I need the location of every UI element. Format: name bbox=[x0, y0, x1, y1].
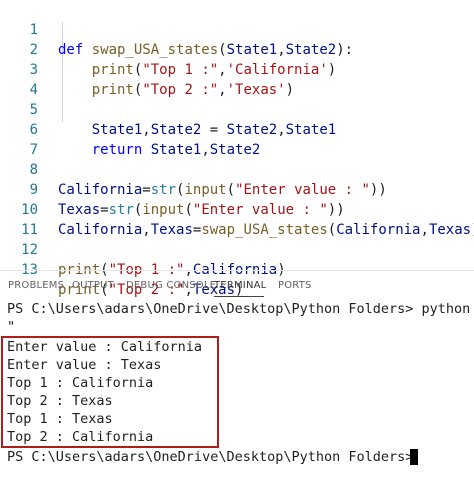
code-line-5[interactable]: 5 State1,State2 = State2,State1 bbox=[0, 80, 337, 138]
code-line-11[interactable]: 11 bbox=[0, 200, 38, 238]
code-line-8[interactable]: 8 California=str(input("Enter value : ")… bbox=[0, 140, 387, 198]
code-line-7[interactable]: 7 bbox=[0, 120, 38, 158]
code-line-4[interactable]: 4 bbox=[0, 60, 38, 98]
code-text: def swap_USA_states(State1,State2): bbox=[58, 42, 354, 58]
terminal-final-prompt: PS C:\Users\adars\OneDrive\Desktop\Pytho… bbox=[7, 449, 414, 465]
terminal-cursor bbox=[410, 449, 418, 465]
tab-terminal[interactable]: TERMINAL bbox=[214, 280, 266, 291]
code-line-13[interactable]: 13 print("Top 2 :",Texas) bbox=[0, 240, 243, 298]
code-text: State1,State2 = State2,State1 bbox=[91, 122, 337, 138]
code-line-9[interactable]: 9 Texas=str(input("Enter value : ")) bbox=[0, 160, 345, 218]
tab-ports[interactable]: PORTS bbox=[278, 280, 312, 291]
code-text: print("Top 1 :",'California') bbox=[91, 62, 337, 78]
terminal-continuation: " bbox=[7, 319, 16, 335]
code-text: Texas=str(input("Enter value : ")) bbox=[58, 202, 345, 218]
code-text: return State1,State2 bbox=[91, 142, 261, 158]
tab-debug-console[interactable]: DEBUG CONSOLE bbox=[126, 280, 216, 291]
code-text: California,Texas=swap_USA_states(Califor… bbox=[58, 222, 474, 238]
code-line-1[interactable]: 1 def swap_USA_states(State1,State2): bbox=[0, 0, 354, 58]
output-highlight-box bbox=[1, 336, 219, 448]
code-line-12[interactable]: 12 print("Top 1 :",California) bbox=[0, 220, 285, 278]
terminal-prompt-line: PS C:\Users\adars\OneDrive\Desktop\Pytho… bbox=[7, 301, 474, 317]
code-line-6[interactable]: 6 return State1,State2 bbox=[0, 100, 261, 158]
tab-problems[interactable]: PROBLEMS bbox=[8, 280, 64, 291]
code-editor[interactable]: 1 def swap_USA_states(State1,State2): 2 … bbox=[0, 0, 474, 298]
code-line-2[interactable]: 2 print("Top 1 :",'California') bbox=[0, 20, 337, 78]
code-text: print("Top 2 :",'Texas') bbox=[91, 82, 295, 98]
active-tab-indicator bbox=[214, 296, 264, 297]
code-text: California=str(input("Enter value : ")) bbox=[58, 182, 387, 198]
panel-tab-bar: PROBLEMS OUTPUT DEBUG CONSOLE TERMINAL P… bbox=[0, 270, 474, 301]
code-line-10[interactable]: 10 California,Texas=swap_USA_states(Cali… bbox=[0, 180, 474, 238]
code-line-3[interactable]: 3 print("Top 2 :",'Texas') bbox=[0, 40, 295, 98]
tab-output[interactable]: OUTPUT bbox=[72, 280, 114, 291]
